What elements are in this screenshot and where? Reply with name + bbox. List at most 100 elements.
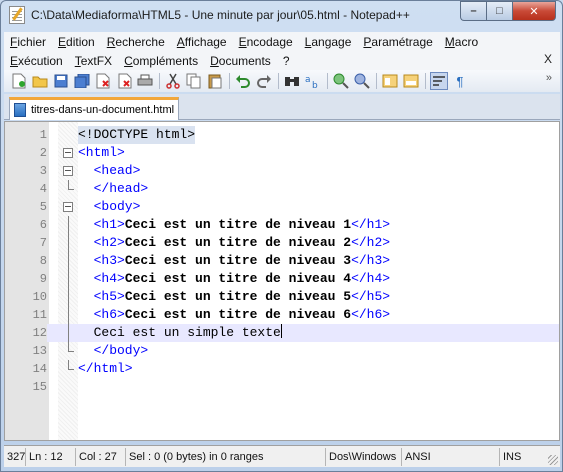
line-number: 8 [5,252,47,270]
close-document-button[interactable]: X [544,52,552,66]
toolbar-separator [425,73,426,89]
fold-toggle-icon[interactable] [63,166,73,176]
show-all-chars-icon[interactable]: ¶ [451,72,469,90]
fold-end-marker [68,180,74,190]
zoom-out-icon[interactable] [353,72,371,90]
close-icon[interactable] [94,72,112,90]
print-icon[interactable] [136,72,154,90]
fold-guide [68,306,69,324]
saved-file-icon [14,103,26,117]
new-file-icon[interactable] [10,72,28,90]
heading-text: Ceci est un titre de niveau 2 [124,235,352,250]
undo-icon[interactable] [234,72,252,90]
window-controls: – □ ✕ [460,1,556,21]
toolbar-separator [327,73,328,89]
tab-titres-dans-un-document[interactable]: titres-dans-un-document.html [9,97,179,120]
sync-horizontal-icon[interactable] [402,72,420,90]
status-bar: 327 Ln : 12 Col : 27 Sel : 0 (0 bytes) i… [4,445,560,467]
menu-edition[interactable]: Edition [52,35,101,49]
menu-affichage[interactable]: Affichage [171,35,233,49]
open-tag: <h4> [78,271,125,286]
find-icon[interactable] [283,72,301,90]
menu-recherche[interactable]: Recherche [101,35,171,49]
code-line[interactable]: 14 </html> [5,360,559,378]
code-line-current[interactable]: 12 Ceci est un simple texte [5,324,559,342]
menu-help[interactable]: ? [277,54,296,68]
fold-toggle-icon[interactable] [63,202,73,212]
code-line[interactable]: 3 <head> [5,162,559,180]
sync-vertical-icon[interactable] [381,72,399,90]
code-line[interactable]: 10 <h5>Ceci est un titre de niveau 5</h5… [5,288,559,306]
code-line[interactable]: 11 <h6>Ceci est un titre de niveau 6</h6… [5,306,559,324]
fold-guide [68,216,69,234]
menu-documents[interactable]: Documents [204,54,277,68]
menu-parametrage[interactable]: Paramétrage [357,35,438,49]
code-line[interactable]: 8 <h3>Ceci est un titre de niveau 3</h3> [5,252,559,270]
menu-bar-row-1: Fichier Edition Recherche Affichage Enco… [4,32,560,51]
menu-complements[interactable]: Compléments [118,54,204,68]
close-icon: ✕ [529,5,539,18]
code-line[interactable]: 5 <body> [5,198,559,216]
fold-toggle-icon[interactable] [63,148,73,158]
code-line[interactable]: 13 </body> [5,342,559,360]
fold-end-marker [68,360,74,370]
menu-execution[interactable]: Exécution [4,54,69,68]
open-file-icon[interactable] [31,72,49,90]
notepadpp-app-icon[interactable] [9,6,25,24]
close-tag: </h6> [351,307,391,322]
code-line[interactable]: 6 <h1>Ceci est un titre de niveau 1</h1> [5,216,559,234]
line-number: 5 [5,198,47,216]
save-icon[interactable] [52,72,70,90]
close-all-icon[interactable] [115,72,133,90]
status-length: 327 [4,447,26,466]
resize-grip-icon[interactable] [548,455,558,465]
word-wrap-icon[interactable] [430,72,448,90]
code-line[interactable]: 9 <h4>Ceci est un titre de niveau 4</h4> [5,270,559,288]
line-number: 12 [5,324,47,342]
heading-text: Ceci est un titre de niveau 1 [124,217,352,232]
line-number: 2 [5,144,47,162]
code-editor[interactable]: 1 <!DOCTYPE html> 2 <html> 3 <head> 4 </… [4,121,560,441]
menu-textfx[interactable]: TextFX [69,54,118,68]
save-all-icon[interactable] [73,72,91,90]
menu-fichier[interactable]: Fichier [4,35,52,49]
toolbar-overflow-icon[interactable]: » [546,72,552,84]
line-number: 11 [5,306,47,324]
open-tag: <h2> [78,235,125,250]
menu-macro[interactable]: Macro [439,35,484,49]
status-selection: Sel : 0 (0 bytes) in 0 ranges [126,447,326,466]
open-tag: <h6> [78,307,125,322]
line-number: 1 [5,126,47,144]
code-line[interactable]: 2 <html> [5,144,559,162]
code-line[interactable]: 15 [5,378,559,396]
text-caret [280,324,282,338]
heading-text: Ceci est un titre de niveau 5 [124,289,352,304]
toolbar-separator [278,73,279,89]
menu-encodage[interactable]: Encodage [233,35,299,49]
copy-icon[interactable] [185,72,203,90]
line-code: <html> [78,145,125,160]
line-number: 6 [5,216,47,234]
close-window-button[interactable]: ✕ [512,1,556,21]
code-line[interactable]: 7 <h2>Ceci est un titre de niveau 2</h2> [5,234,559,252]
close-tag: </h1> [351,217,391,232]
code-line[interactable]: 4 </head> [5,180,559,198]
replace-icon[interactable]: ab [304,72,322,90]
zoom-in-icon[interactable] [332,72,350,90]
fold-guide [68,234,69,252]
maximize-button[interactable]: □ [486,1,512,21]
status-column: Col : 27 [76,447,126,466]
svg-text:a: a [305,75,311,85]
minimize-button[interactable]: – [460,1,486,21]
line-number: 4 [5,180,47,198]
menu-langage[interactable]: Langage [299,35,358,49]
line-number: 7 [5,234,47,252]
line-number: 15 [5,378,47,396]
title-bar[interactable]: C:\Data\Mediaforma\HTML5 - Une minute pa… [1,1,562,31]
redo-icon[interactable] [255,72,273,90]
cut-icon[interactable] [164,72,182,90]
menu-bar-row-2: Exécution TextFX Compléments Documents ?… [4,51,560,70]
code-line[interactable]: 1 <!DOCTYPE html> [5,126,559,144]
paste-icon[interactable] [206,72,224,90]
status-insert-mode: INS [503,450,522,463]
